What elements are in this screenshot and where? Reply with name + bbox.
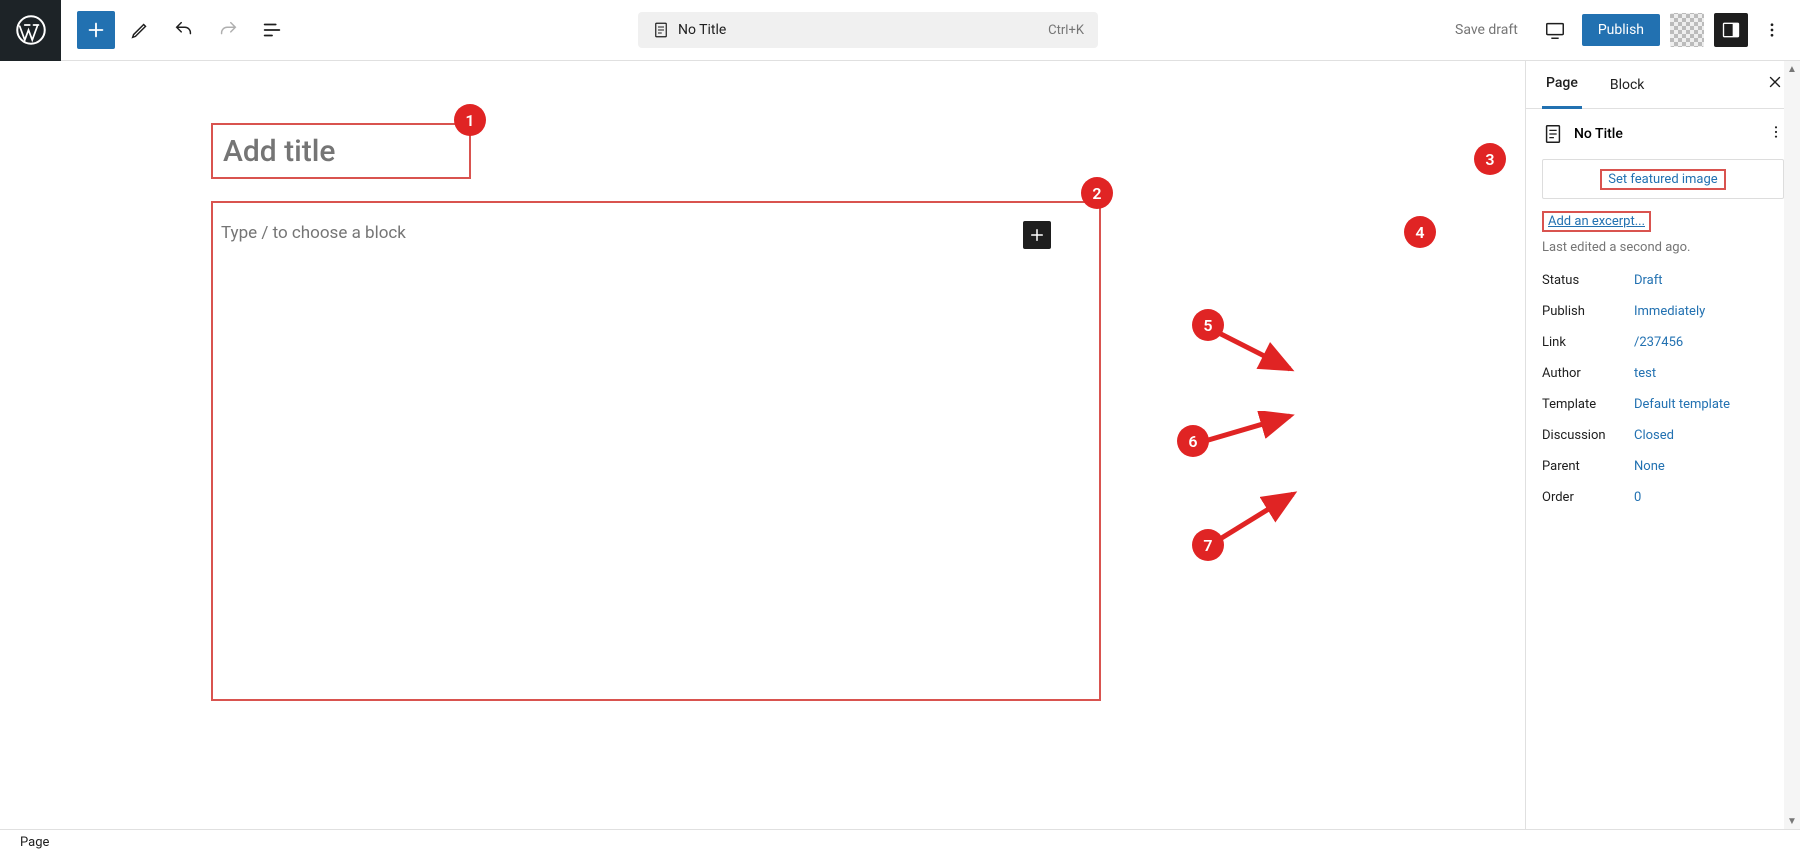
annotation-badge-3: 3 bbox=[1474, 143, 1506, 175]
wordpress-icon bbox=[16, 15, 46, 45]
annotation-badge-6: 6 bbox=[1177, 425, 1209, 457]
annotation-badge-4: 4 bbox=[1404, 216, 1436, 248]
close-icon bbox=[1766, 73, 1784, 91]
scroll-up-icon[interactable]: ▲ bbox=[1784, 61, 1800, 77]
page-icon bbox=[652, 21, 670, 39]
add-block-button[interactable] bbox=[77, 11, 115, 49]
preview-button[interactable] bbox=[1538, 13, 1572, 47]
page-icon bbox=[1542, 123, 1564, 145]
status-value[interactable]: Draft bbox=[1634, 273, 1663, 288]
kebab-icon bbox=[1763, 21, 1781, 39]
content-placeholder: Type / to choose a block bbox=[221, 223, 406, 243]
meta-row-parent: ParentNone bbox=[1542, 459, 1784, 474]
annotation-arrow-7 bbox=[1215, 489, 1300, 549]
save-draft-button[interactable]: Save draft bbox=[1445, 16, 1528, 44]
document-title-text: No Title bbox=[678, 22, 726, 38]
settings-toggle-button[interactable] bbox=[1714, 13, 1748, 47]
settings-sidebar: Page Block No Title Set featured image A… bbox=[1525, 61, 1800, 829]
page-summary-panel: No Title Set featured image Add an excer… bbox=[1526, 109, 1800, 511]
jetpack-button[interactable] bbox=[1670, 13, 1704, 47]
order-value[interactable]: 0 bbox=[1634, 490, 1641, 505]
meta-row-discussion: DiscussionClosed bbox=[1542, 428, 1784, 443]
title-placeholder: Add title bbox=[223, 134, 336, 169]
add-excerpt-link[interactable]: Add an excerpt... bbox=[1548, 214, 1645, 229]
publish-button[interactable]: Publish bbox=[1582, 14, 1660, 46]
desktop-icon bbox=[1544, 19, 1566, 41]
annotation-badge-5: 5 bbox=[1192, 309, 1224, 341]
sidebar-icon bbox=[1721, 20, 1741, 40]
meta-row-template: TemplateDefault template bbox=[1542, 397, 1784, 412]
doc-title: No Title bbox=[1574, 126, 1623, 142]
discussion-value[interactable]: Closed bbox=[1634, 428, 1674, 443]
document-title-pill[interactable]: No Title Ctrl+K bbox=[638, 12, 1098, 48]
editor-topbar: No Title Ctrl+K Save draft Publish bbox=[0, 0, 1800, 61]
annotation-arrow-6 bbox=[1200, 411, 1300, 451]
undo-icon bbox=[173, 19, 195, 41]
link-value[interactable]: /237456 bbox=[1634, 335, 1683, 350]
shortcut-hint: Ctrl+K bbox=[1048, 23, 1084, 38]
author-value[interactable]: test bbox=[1634, 366, 1656, 381]
plus-icon bbox=[85, 19, 107, 41]
plus-icon bbox=[1028, 226, 1046, 244]
publish-value[interactable]: Immediately bbox=[1634, 304, 1705, 319]
featured-image-button[interactable]: Set featured image bbox=[1542, 159, 1784, 199]
editor-footer: Page bbox=[0, 829, 1800, 854]
redo-button[interactable] bbox=[209, 11, 247, 49]
redo-icon bbox=[217, 19, 239, 41]
more-options-button[interactable] bbox=[1758, 13, 1786, 47]
meta-row-author: Authortest bbox=[1542, 366, 1784, 381]
close-sidebar-button[interactable] bbox=[1766, 73, 1784, 96]
pencil-icon bbox=[129, 19, 151, 41]
add-block-inline-button[interactable] bbox=[1023, 221, 1051, 249]
featured-image-label: Set featured image bbox=[1600, 169, 1725, 190]
tab-block[interactable]: Block bbox=[1606, 61, 1649, 109]
scroll-down-icon[interactable]: ▼ bbox=[1784, 813, 1800, 829]
vertical-scrollbar[interactable]: ▲ ▼ bbox=[1784, 61, 1800, 829]
last-edited-text: Last edited a second ago. bbox=[1542, 240, 1784, 255]
annotation-badge-7: 7 bbox=[1192, 529, 1224, 561]
topbar-center: No Title Ctrl+K bbox=[291, 12, 1445, 48]
sidebar-tabs: Page Block bbox=[1526, 61, 1800, 109]
panel-options-button[interactable] bbox=[1768, 124, 1784, 144]
meta-row-link: Link/237456 bbox=[1542, 335, 1784, 350]
kebab-icon bbox=[1768, 124, 1784, 140]
list-view-icon bbox=[261, 19, 283, 41]
document-overview-button[interactable] bbox=[253, 11, 291, 49]
tab-page[interactable]: Page bbox=[1542, 61, 1582, 109]
content-area[interactable]: Type / to choose a block bbox=[211, 201, 1101, 701]
meta-row-status: StatusDraft bbox=[1542, 273, 1784, 288]
meta-row-publish: PublishImmediately bbox=[1542, 304, 1784, 319]
wordpress-logo[interactable] bbox=[0, 0, 61, 61]
parent-value[interactable]: None bbox=[1634, 459, 1665, 474]
topbar-right: Save draft Publish bbox=[1445, 13, 1800, 47]
editor-canvas: Add title Type / to choose a block 1 2 3… bbox=[0, 61, 1525, 829]
page-meta-list: StatusDraft PublishImmediately Link/2374… bbox=[1542, 273, 1784, 505]
template-value[interactable]: Default template bbox=[1634, 397, 1730, 412]
meta-row-order: Order0 bbox=[1542, 490, 1784, 505]
tools-button[interactable] bbox=[121, 11, 159, 49]
title-input[interactable]: Add title bbox=[211, 123, 471, 179]
annotation-arrow-5 bbox=[1210, 321, 1300, 381]
breadcrumb[interactable]: Page bbox=[20, 835, 49, 850]
undo-button[interactable] bbox=[165, 11, 203, 49]
